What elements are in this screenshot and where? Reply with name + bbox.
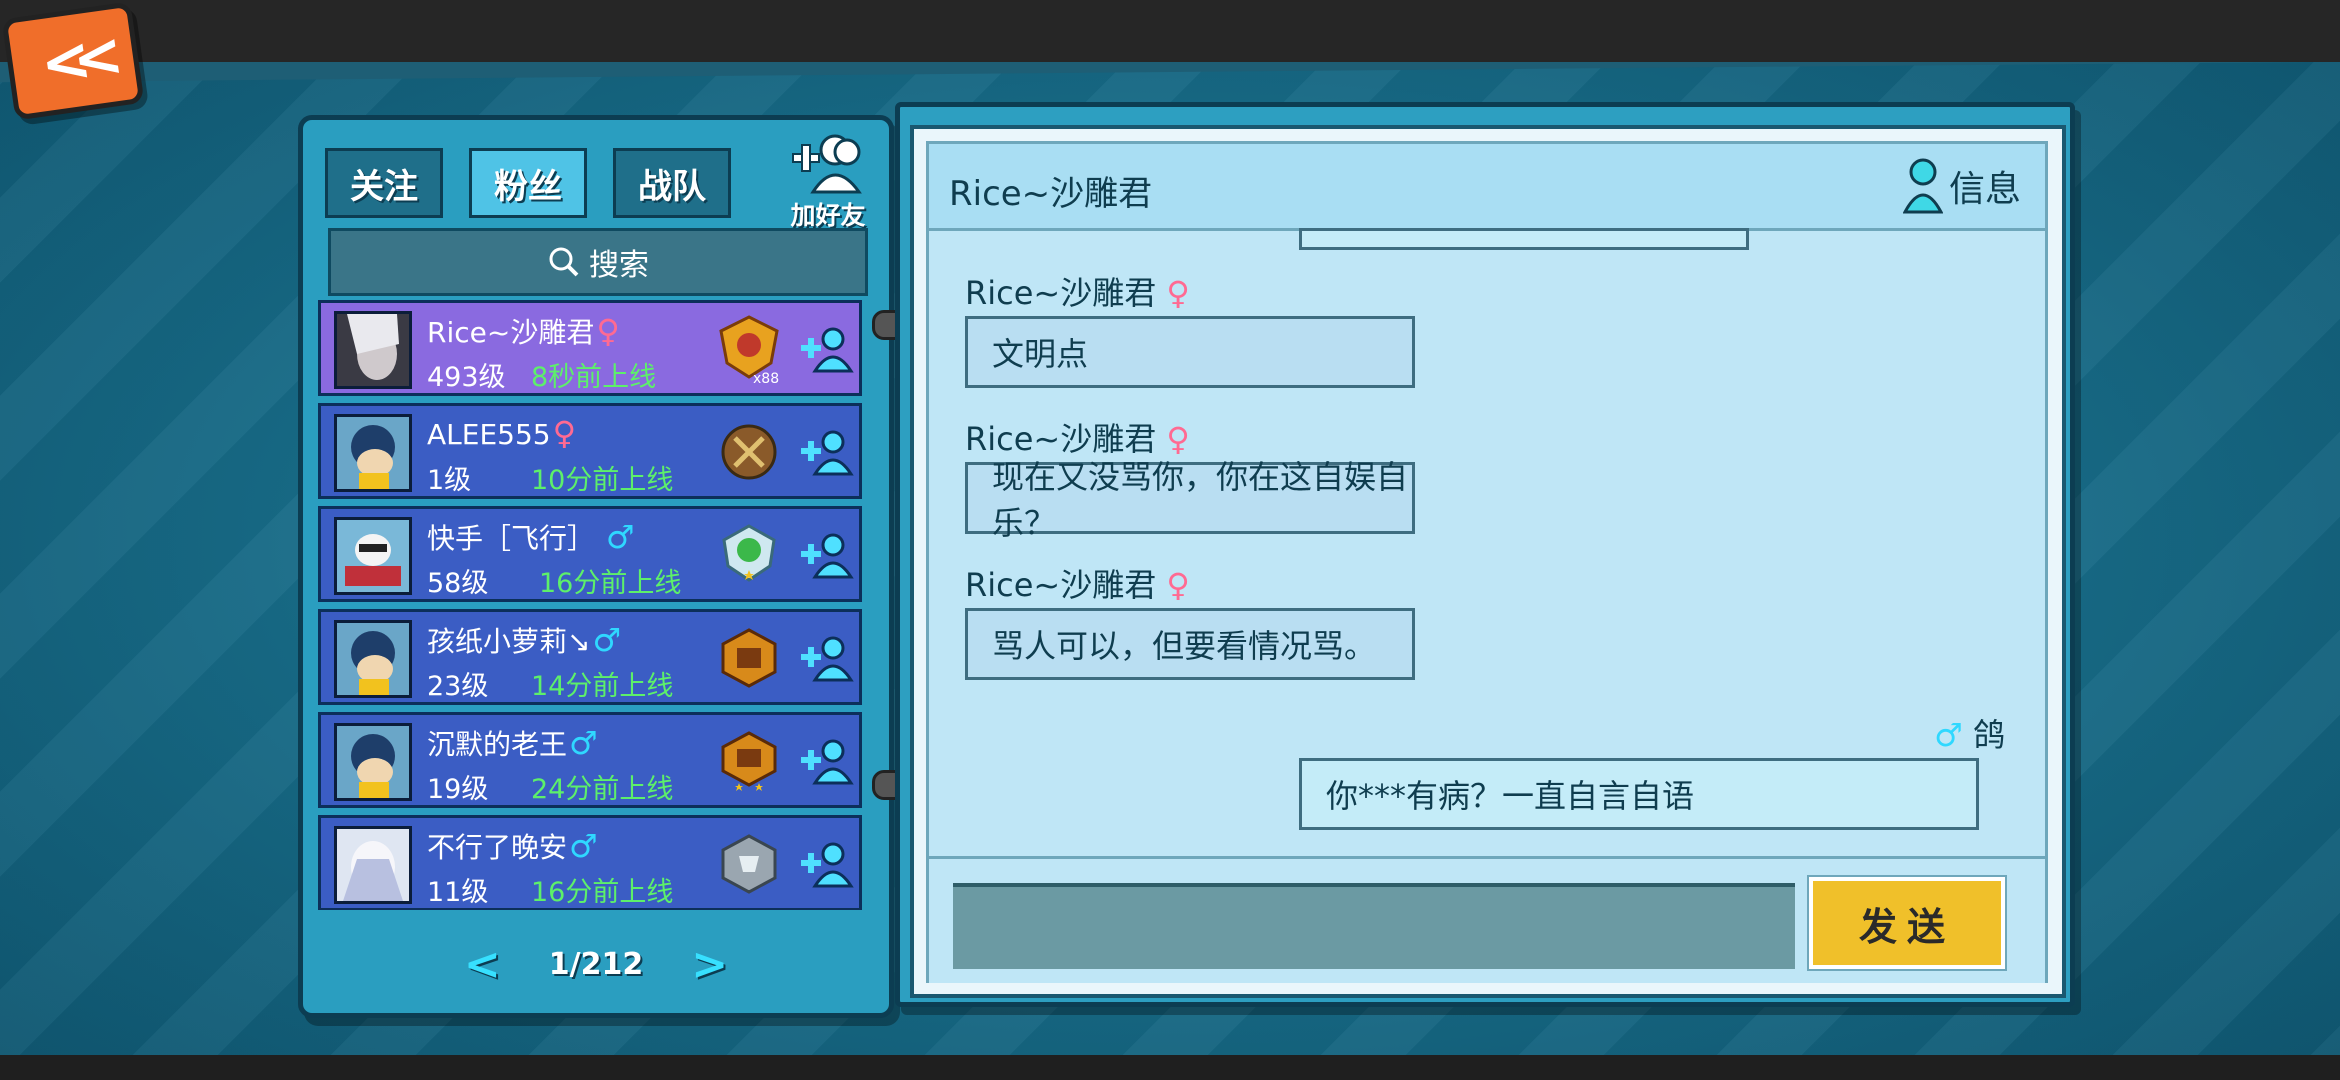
chevron-right-icon[interactable]: > [691,939,728,990]
page-indicator: 1/212 [548,946,644,982]
rank-badge-icon [713,416,785,488]
message-bubble-partial [1299,228,1749,250]
double-chevron-left-icon: << [36,21,110,101]
friend-status: 16分前上线 [539,568,682,599]
friend-level: 11级 [427,877,489,908]
message-sender: Rice~沙雕君 ♀ [965,566,1190,604]
message-bubble: 现在又没骂你，你在这自娱自乐？ [965,458,1415,542]
avatar [334,723,412,801]
input-area: 发送 [929,856,2045,983]
friend-row[interactable]: 沉默的老王♂ 19级 24分前上线 [318,712,862,808]
search-icon [549,247,579,277]
message-sender: Rice~沙雕君 ♀ [965,274,1190,312]
friend-level: 493级 [427,362,506,393]
friend-name: 不行了晚安♂ [427,827,598,865]
chat-sheet: Rice~沙雕君 信息 Rice~沙雕君 ♀ 文明点 Rice~沙雕君 ♀ 现在… [910,125,2066,998]
info-label: 信息 [1948,169,2021,210]
friend-level: 58级 [427,568,489,599]
search-label: 搜索 [589,248,649,283]
add-friend-icon [792,134,862,194]
add-friend-icon[interactable] [799,323,855,379]
top-bar [0,0,2340,62]
avatar [334,311,412,389]
pager: < 1/212 > [303,920,889,1008]
search-bar[interactable]: 搜索 [328,228,868,296]
chat-header: Rice~沙雕君 信息 [929,144,2045,231]
tab-team[interactable]: 战队 [613,148,731,218]
friend-level: 23级 [427,671,489,702]
rank-badge-icon [713,828,785,900]
user-icon [1902,158,1943,214]
add-friend-icon[interactable] [799,735,855,791]
friend-status: 14分前上线 [531,671,674,702]
info-button[interactable]: 信息 [1902,158,2021,214]
bottom-bar [0,1055,2340,1080]
add-friend-button[interactable]: 加好友 [783,132,873,232]
rank-badge-icon [713,519,785,591]
add-friend-icon[interactable] [799,838,855,894]
message-bubble: 你***有病？一直自言自语 [1299,758,1979,830]
add-friend-icon[interactable] [799,632,855,688]
friend-status: 8秒前上线 [531,362,657,393]
friend-row[interactable]: Rice~沙雕君♀ 493级 8秒前上线 x88 [318,300,862,396]
friend-status: 24分前上线 [531,774,674,805]
friend-name: 孩纸小萝莉↘♂ [427,621,622,659]
friend-row[interactable]: 孩纸小萝莉↘♂ 23级 14分前上线 [318,609,862,705]
male-icon: ♂ [1934,716,1963,754]
chat-panel: Rice~沙雕君 信息 Rice~沙雕君 ♀ 文明点 Rice~沙雕君 ♀ 现在… [895,102,2075,1007]
female-icon: ♀ [596,312,620,350]
tab-fans[interactable]: 粉丝 [469,148,587,218]
friend-status: 16分前上线 [531,877,674,908]
avatar [334,620,412,698]
chevron-left-icon[interactable]: < [464,939,501,990]
friend-row[interactable]: ALEE555♀ 1级 10分前上线 [318,403,862,499]
message-sender: ♂ 鸽 [1934,716,2005,754]
friend-status: 10分前上线 [531,465,674,496]
friend-level: 19级 [427,774,489,805]
friend-name: ALEE555♀ [427,414,577,452]
friend-name: 快手［飞行］ ♂ [427,518,635,556]
avatar [334,826,412,904]
female-icon: ♀ [1166,274,1190,312]
send-button[interactable]: 发送 [1809,877,2005,969]
avatar [334,517,412,595]
male-icon: ♂ [592,621,622,659]
add-friend-label: 加好友 [790,201,866,230]
friend-row[interactable]: 不行了晚安♂ 11级 16分前上线 [318,815,862,910]
avatar [334,414,412,492]
female-icon: ♀ [1166,566,1190,604]
rank-badge-icon: x88 [713,313,785,385]
message-bubble: 文明点 [965,316,1415,388]
message-bubble: 骂人可以，但要看情况骂。 [965,608,1415,680]
friend-list: Rice~沙雕君♀ 493级 8秒前上线 x88 ALEE555♀ 1级 10分… [318,300,866,910]
chat-inner: Rice~沙雕君 信息 Rice~沙雕君 ♀ 文明点 Rice~沙雕君 ♀ 现在… [926,141,2048,983]
friend-name: 沉默的老王♂ [427,724,598,762]
back-button[interactable]: << [1,1,145,121]
friend-level: 1级 [427,465,472,496]
female-icon: ♀ [552,414,577,452]
add-friend-icon[interactable] [799,529,855,585]
rank-badge-icon [713,725,785,797]
rank-badge-icon [713,622,785,694]
friend-row[interactable]: 快手［飞行］ ♂ 58级 16分前上线 [318,506,862,602]
male-icon: ♂ [569,724,598,762]
tab-follow[interactable]: 关注 [325,148,443,218]
friend-list-panel: 关注 粉丝 战队 加好友 搜索 Rice~沙雕君♀ 493级 8秒前上线 x88… [298,115,894,1018]
add-friend-icon[interactable] [799,426,855,482]
male-icon: ♂ [569,827,598,865]
message-input[interactable] [953,883,1795,969]
friend-name: Rice~沙雕君♀ [427,312,620,350]
chat-title: Rice~沙雕君 [949,174,1153,214]
rank-extra: x88 [753,371,779,385]
male-icon: ♂ [605,518,635,556]
